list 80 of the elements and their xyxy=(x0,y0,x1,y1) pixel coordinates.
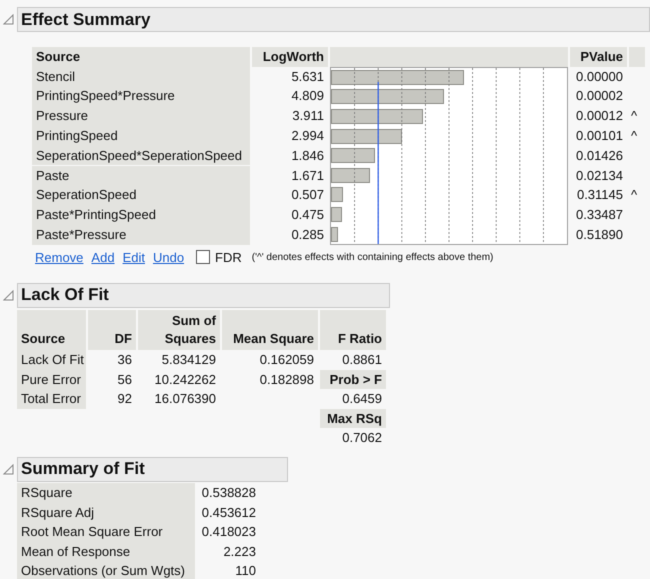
table-cell: PrintingSpeed*Pressure xyxy=(32,86,250,106)
checkbox-label: FDR xyxy=(215,250,242,265)
table-cell-text: 0.02134 xyxy=(575,166,624,185)
link[interactable]: Undo xyxy=(152,250,184,265)
table-cell-text: 0.01426 xyxy=(575,146,624,165)
table-cell: Paste xyxy=(32,166,250,186)
disclosure-triangle-icon[interactable] xyxy=(3,14,14,25)
column-header[interactable]: DF xyxy=(88,310,136,350)
column-header[interactable]: Source xyxy=(32,47,250,67)
column-header[interactable]: Source xyxy=(17,310,86,350)
table-cell-text: 5.834129 xyxy=(160,350,217,369)
row-label: Prob > F xyxy=(320,370,386,390)
table-cell-text: 0.538828 xyxy=(200,484,257,502)
link[interactable]: Remove xyxy=(35,250,84,265)
column-header[interactable]: LogWorth xyxy=(252,47,328,67)
section-title: Effect Summary xyxy=(21,10,150,30)
disclosure-triangle-icon[interactable] xyxy=(3,290,14,301)
column-header[interactable]: Sum of Squares xyxy=(138,310,220,350)
section-header[interactable]: Summary of Fit xyxy=(17,456,288,482)
table-cell: PrintingSpeed xyxy=(32,126,250,146)
table-cell: Paste*PrintingSpeed xyxy=(32,205,250,225)
row-label: Max RSq xyxy=(320,408,386,428)
table-cell-text: 16.076390 xyxy=(154,390,217,408)
note: ('^' denotes effects with containing effects above them) xyxy=(252,252,494,263)
table-cell: Pure Error xyxy=(17,370,86,390)
table-cell-text: 0.00012 xyxy=(575,107,624,126)
table-cell-text: 0.453612 xyxy=(200,504,257,522)
link[interactable]: Add xyxy=(91,250,115,265)
section-title: Lack Of Fit xyxy=(21,285,109,306)
table-cell-text: 0.00101 xyxy=(575,127,624,146)
row-label: Root Mean Square Error xyxy=(17,522,195,542)
disclosure-triangle-icon[interactable] xyxy=(3,464,14,475)
table-cell-text: 92 xyxy=(116,390,133,408)
column-header[interactable]: PValue xyxy=(570,47,627,67)
column-header[interactable]: F Ratio xyxy=(320,310,386,350)
table-cell-text: 4.809 xyxy=(290,87,325,106)
table-cell-text: 0.00002 xyxy=(575,87,624,106)
table-cell-text: 5.631 xyxy=(290,68,325,86)
table-cell-text: 0.51890 xyxy=(575,226,624,244)
table-cell-text: 0.162059 xyxy=(258,350,315,369)
table-cell: Pressure xyxy=(32,106,250,126)
table-cell-text: 0.475 xyxy=(290,206,325,224)
table-cell-text: 110 xyxy=(234,562,257,579)
checkbox[interactable] xyxy=(196,250,210,264)
table-cell-text: 1.846 xyxy=(290,146,325,165)
table-cell: SeperationSpeed xyxy=(32,185,250,206)
table-cell: Total Error xyxy=(17,389,86,409)
table-cell-text: 2.994 xyxy=(290,127,325,146)
table-cell-text: 0.285 xyxy=(290,226,325,244)
section-title: Summary of Fit xyxy=(21,459,145,480)
table-cell: Lack Of Fit xyxy=(17,350,86,370)
row-label: Mean of Response xyxy=(17,542,195,562)
table-cell-text: ^ xyxy=(630,127,638,146)
table-cell-text: 0.8861 xyxy=(341,350,383,369)
table-cell-text: 0.6459 xyxy=(341,390,383,408)
table-cell-text: 0.31145 xyxy=(576,186,624,204)
section-header[interactable]: Effect Summary xyxy=(17,7,650,32)
table-cell: SeperationSpeed*SeperationSpeed xyxy=(32,146,250,166)
table-cell-text: 0.418023 xyxy=(200,523,257,542)
column-header[interactable]: Mean Square xyxy=(222,310,318,350)
section-header[interactable]: Lack Of Fit xyxy=(17,282,390,308)
table-cell-text: ^ xyxy=(630,186,638,204)
table-cell-text: 36 xyxy=(116,350,133,369)
table-cell-text: 3.911 xyxy=(291,107,325,126)
row-label: RSquare Adj xyxy=(17,502,195,522)
table-cell-text: 0.182898 xyxy=(258,370,315,389)
table-cell-text: 0.00000 xyxy=(575,68,624,86)
table-cell-text: 0.507 xyxy=(290,186,325,204)
row-label: Observations (or Sum Wgts) xyxy=(17,561,195,579)
table-cell-text: 10.242262 xyxy=(154,370,217,389)
table-cell-text: 0.7062 xyxy=(341,429,383,448)
table-cell-text: ^ xyxy=(630,107,638,126)
row-label: RSquare xyxy=(17,482,195,502)
table-cell-text: 56 xyxy=(116,370,133,389)
table-cell-text: 2.223 xyxy=(222,542,257,561)
table-cell: Paste*Pressure xyxy=(32,225,250,245)
table-cell: Stencil xyxy=(32,66,250,86)
table-cell-text: 0.33487 xyxy=(575,206,624,224)
link[interactable]: Edit xyxy=(122,250,145,265)
table-cell-text: 1.671 xyxy=(290,166,325,185)
